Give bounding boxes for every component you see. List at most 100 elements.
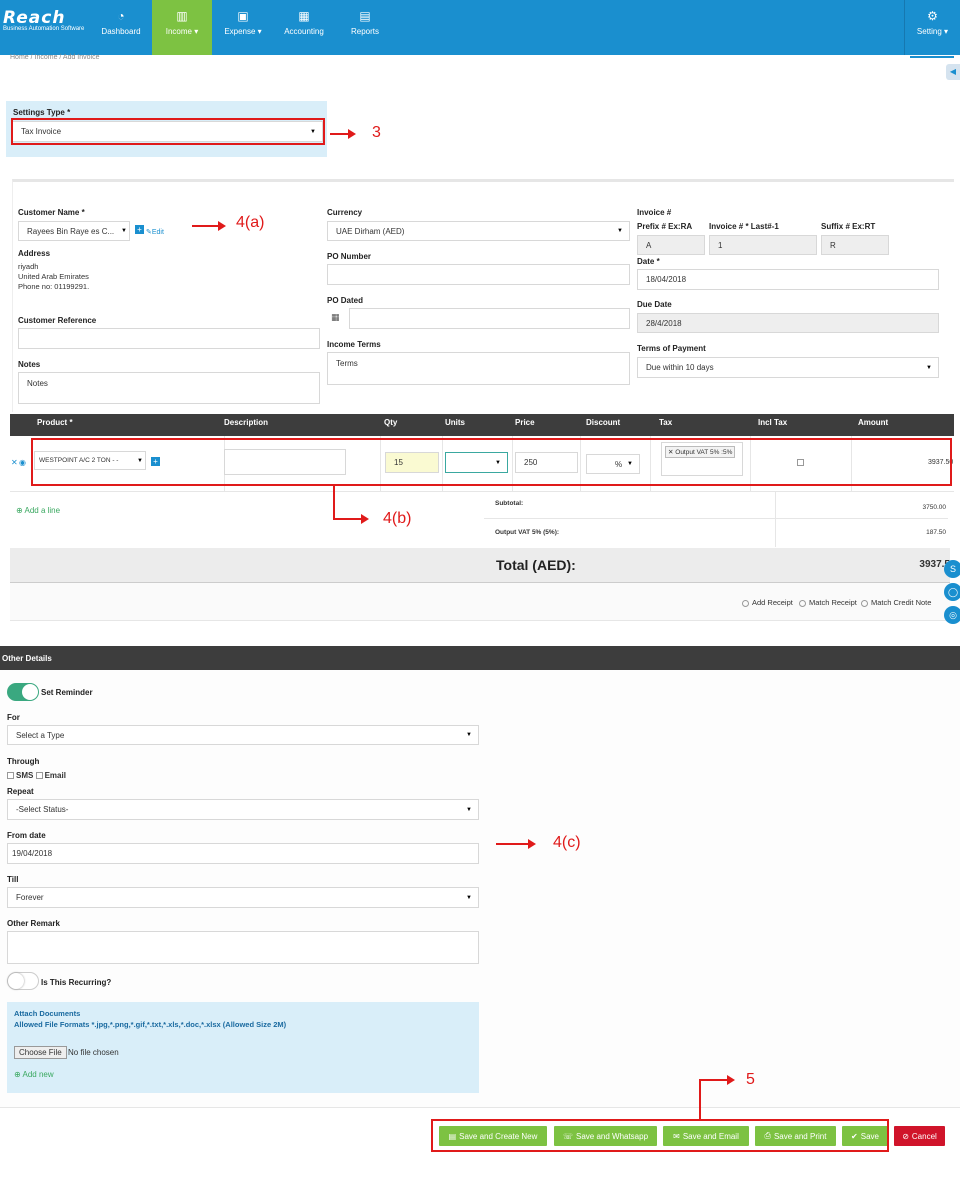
prefix-label: Prefix # Ex:RA: [637, 222, 693, 231]
match-receipt-radio[interactable]: Match Receipt: [798, 598, 857, 607]
currency-value: UAE Dirham (AED): [336, 226, 405, 236]
view-row-icon[interactable]: ◉: [19, 458, 26, 467]
chevron-down-icon: ▼: [617, 228, 623, 234]
terms-of-payment-select[interactable]: Due within 10 days ▼: [637, 357, 939, 378]
nav-accounting[interactable]: ▦ Accounting: [274, 0, 334, 55]
logo-tagline: Business Automation Software: [3, 26, 85, 32]
currency-label: Currency: [327, 208, 363, 217]
annotation-box-4b: [31, 438, 952, 486]
annotation-label-3: 3: [372, 124, 381, 141]
gear-icon: ⚙: [927, 9, 938, 23]
customer-reference-input[interactable]: [18, 328, 320, 349]
add-line-label: Add a line: [24, 506, 61, 515]
col-divider: [775, 492, 776, 547]
customer-name-value: Rayees Bin Raye es C...: [27, 226, 115, 236]
nav-label: Dashboard: [101, 27, 141, 36]
nav-setting[interactable]: ⚙ Setting ▾: [904, 0, 960, 55]
income-terms-input[interactable]: Terms: [327, 352, 630, 385]
nav-income[interactable]: ▥ Income ▾: [152, 0, 212, 55]
date-value: 18/04/2018: [646, 275, 687, 284]
annotation-arrow-4a: [192, 221, 226, 231]
reminder-label: Set Reminder: [41, 688, 93, 697]
email-checkbox[interactable]: Email: [35, 771, 66, 780]
for-select[interactable]: Select a Type ▼: [7, 725, 479, 745]
support-icon[interactable]: ◎: [944, 606, 960, 624]
suffix-value: R: [830, 240, 836, 250]
no-file-text: No file chosen: [68, 1048, 119, 1057]
other-details-header: Other Details: [0, 646, 960, 670]
recurring-label: Is This Recurring?: [41, 978, 112, 987]
total-row: Total (AED): 3937.5: [10, 548, 950, 583]
product-table-header: Product * Description Qty Units Price Di…: [10, 414, 954, 436]
header-tax: Tax: [659, 418, 673, 427]
calendar-icon[interactable]: ▦: [331, 312, 340, 323]
match-credit-note-radio[interactable]: Match Credit Note: [860, 598, 931, 607]
from-date-input[interactable]: 19/04/2018: [7, 843, 479, 864]
income-terms-label: Income Terms: [327, 340, 381, 349]
other-remark-input[interactable]: [7, 931, 479, 964]
invoice-number-value: 1: [718, 240, 723, 250]
notes-input[interactable]: Notes: [18, 372, 320, 404]
skype-icon[interactable]: S: [944, 560, 960, 578]
edit-customer-link[interactable]: ✎Edit: [146, 228, 164, 236]
header-discount: Discount: [586, 418, 621, 427]
header-qty: Qty: [384, 418, 398, 427]
other-details-title: Other Details: [2, 654, 52, 663]
po-number-label: PO Number: [327, 252, 372, 261]
header-units: Units: [445, 418, 465, 427]
collapse-arrow-icon[interactable]: ◀: [946, 64, 960, 80]
income-terms-value: Terms: [336, 359, 358, 368]
cancel-button[interactable]: ⊘ Cancel: [894, 1126, 945, 1146]
app-logo[interactable]: Reach Business Automation Software: [3, 8, 84, 32]
chevron-down-icon: ▼: [466, 894, 472, 901]
address-block: riyadh United Arab Emirates Phone no: 01…: [18, 262, 89, 292]
choose-file-button[interactable]: Choose File: [14, 1046, 67, 1059]
money-icon: ▣: [237, 9, 249, 23]
add-receipt-radio[interactable]: Add Receipt: [742, 598, 793, 607]
suffix-input[interactable]: R: [821, 235, 889, 255]
chat-icon[interactable]: ◯: [944, 583, 960, 601]
address-line: riyadh: [18, 262, 39, 271]
currency-select[interactable]: UAE Dirham (AED) ▼: [327, 221, 630, 241]
total-label: Total (AED):: [496, 557, 576, 573]
po-dated-input[interactable]: [349, 308, 630, 329]
invoice-number-input[interactable]: 1: [709, 235, 817, 255]
add-customer-icon[interactable]: +: [135, 225, 144, 234]
address-label: Address: [18, 249, 51, 258]
header-amount: Amount: [858, 418, 889, 427]
recurring-toggle[interactable]: [7, 972, 39, 990]
remove-row-icon[interactable]: ✕: [11, 458, 18, 467]
due-date-label: Due Date: [637, 300, 672, 309]
annotation-arrow-5: [699, 1075, 735, 1085]
nav-dashboard[interactable]: ◔ Dashboard: [92, 0, 150, 55]
nav-label: Setting ▾: [916, 27, 949, 36]
top-navbar: Reach Business Automation Software ◔ Das…: [0, 0, 960, 55]
date-input[interactable]: 18/04/2018: [637, 269, 939, 290]
invoice-num-label: Invoice # * Last#-1: [709, 222, 779, 231]
vat-label: Output VAT 5% (5%):: [495, 529, 560, 536]
date-label: Date *: [637, 257, 660, 266]
nav-reports[interactable]: ▤ Reports: [336, 0, 394, 55]
till-select[interactable]: Forever ▼: [7, 887, 479, 908]
add-new-link[interactable]: ⊕ Add new: [14, 1070, 54, 1079]
radio-label: Add Receipt: [752, 598, 793, 607]
header-product: Product *: [37, 418, 73, 427]
annotation-box-3: [11, 118, 325, 145]
po-number-input[interactable]: [327, 264, 630, 285]
terms-of-payment-value: Due within 10 days: [646, 363, 714, 372]
nav-label: Expense ▾: [224, 27, 262, 36]
cancel-icon: ⊘: [902, 1131, 909, 1141]
attach-title: Attach Documents: [14, 1009, 81, 1018]
sms-checkbox[interactable]: SMS: [7, 771, 33, 780]
nav-expense[interactable]: ▣ Expense ▾: [214, 0, 272, 55]
annotation-line-5: [699, 1080, 701, 1119]
annotation-label-5: 5: [746, 1071, 755, 1088]
repeat-select[interactable]: -Select Status- ▼: [7, 799, 479, 820]
prefix-input[interactable]: A: [637, 235, 705, 255]
add-line-link[interactable]: ⊕ Add a line: [16, 506, 60, 515]
due-date-input[interactable]: 28/4/2018: [637, 313, 939, 333]
subtotal-value: 3750.00: [922, 504, 947, 511]
customer-name-select[interactable]: Rayees Bin Raye es C... ▼: [18, 221, 130, 241]
attach-formats: Allowed File Formats *.jpg,*.png,*.gif,*…: [14, 1020, 287, 1029]
reminder-toggle[interactable]: [7, 683, 39, 701]
